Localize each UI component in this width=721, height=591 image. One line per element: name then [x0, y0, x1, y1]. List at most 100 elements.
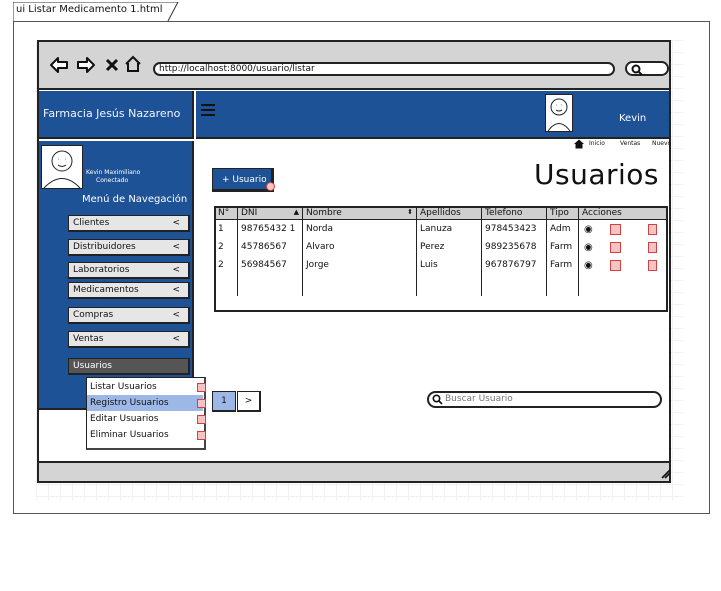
sidebar-user-status: Conectado: [96, 177, 129, 184]
chevron-left-icon: <: [172, 285, 180, 295]
cell-nombre: Alvaro: [302, 238, 417, 256]
menu-item-usuarios[interactable]: Usuarios: [68, 358, 190, 375]
cell-n: 2: [218, 260, 224, 270]
menu-item-laboratorios[interactable]: Laboratorios <: [68, 262, 190, 279]
cell-telefono: 989235678: [481, 238, 547, 256]
forward-arrow-icon[interactable]: [76, 56, 96, 74]
next-page-button[interactable]: >: [237, 391, 261, 412]
menu-item-label: Medicamentos: [73, 285, 139, 295]
cell-tipo: Adm: [546, 219, 579, 238]
menu-item-label: Clientes: [73, 218, 110, 228]
cell-acciones: ◉: [578, 256, 667, 274]
cursor-icon: [197, 399, 206, 408]
menu-item-ventas[interactable]: Ventas <: [68, 331, 190, 348]
cell-nombre: Norda: [302, 219, 417, 238]
table-row-empty: [215, 274, 667, 296]
cell-dni: 56984567: [237, 256, 303, 274]
cell-acciones: ◉: [578, 219, 667, 238]
browser-search-field[interactable]: [625, 61, 669, 76]
cell-telefono: 967876797: [481, 256, 547, 274]
menu-item-label: Compras: [73, 310, 114, 320]
col-header-dni[interactable]: DNI ▲: [237, 207, 303, 220]
col-header-nombre[interactable]: Nombre ⬍: [302, 207, 417, 220]
cell-acciones: ◉: [578, 238, 667, 256]
page-1-button[interactable]: 1: [212, 391, 236, 412]
delete-icon[interactable]: [648, 259, 658, 271]
back-arrow-icon[interactable]: [49, 56, 69, 74]
breadcrumb-inicio[interactable]: Inicio: [589, 140, 605, 147]
submenu-registro-usuarios[interactable]: Registro Usuarios: [87, 395, 203, 411]
submenu-listar-usuarios[interactable]: Listar Usuarios: [90, 379, 204, 395]
col-header-n: N°: [215, 207, 238, 220]
sidebar-heading: Menú de Navegación: [82, 194, 188, 205]
cursor-icon: [266, 182, 275, 191]
search-icon: [631, 64, 643, 76]
cell-dni: 98765432 1: [237, 219, 303, 238]
menu-item-compras[interactable]: Compras <: [68, 307, 190, 324]
header-label: DNI: [241, 208, 258, 218]
hamburger-menu-icon[interactable]: [200, 103, 216, 117]
search-placeholder: Buscar Usuario: [445, 394, 513, 404]
menu-item-clientes[interactable]: Clientes <: [68, 215, 190, 232]
header-label: Nombre: [306, 208, 342, 218]
chevron-left-icon: <: [172, 265, 180, 275]
breadcrumb-home-icon[interactable]: [573, 139, 585, 149]
col-header-tipo: Tipo: [546, 207, 579, 220]
edit-icon[interactable]: [609, 259, 621, 271]
cursor-icon: [197, 431, 206, 440]
col-header-acciones: Acciones: [578, 207, 667, 220]
menu-item-distribuidores[interactable]: Distribuidores <: [68, 239, 190, 256]
resize-handle-icon[interactable]: [661, 469, 671, 479]
app-brand[interactable]: Farmacia Jesús Nazareno: [39, 91, 194, 139]
search-users-input[interactable]: Buscar Usuario: [427, 391, 662, 408]
top-navbar: [196, 91, 669, 139]
view-icon[interactable]: ◉: [584, 242, 593, 253]
edit-icon[interactable]: [609, 241, 621, 253]
user-name[interactable]: Kevin: [619, 113, 646, 124]
stop-icon[interactable]: [105, 58, 119, 72]
url-bar[interactable]: http://localhost:8000/usuario/listar: [153, 62, 615, 76]
view-icon[interactable]: ◉: [584, 224, 593, 235]
col-header-telefono: Telefono: [481, 207, 547, 220]
sort-both-icon: ⬍: [407, 208, 413, 216]
cell-nombre: Jorge: [302, 256, 417, 274]
add-user-button[interactable]: + Usuario: [212, 168, 274, 192]
edit-icon[interactable]: [609, 223, 621, 235]
cell-dni: 45786567: [237, 238, 303, 256]
chevron-left-icon: <: [172, 242, 180, 252]
view-icon[interactable]: ◉: [584, 260, 593, 271]
cell-tipo: Farm: [546, 238, 579, 256]
breadcrumb-nuevo[interactable]: Nuevo: [652, 140, 671, 147]
sort-up-icon: ▲: [293, 208, 299, 216]
menu-item-medicamentos[interactable]: Medicamentos <: [68, 282, 190, 299]
sidebar-avatar: [41, 145, 83, 189]
chevron-left-icon: <: [172, 310, 180, 320]
user-avatar[interactable]: [545, 94, 573, 132]
sidebar-user-name: Kevin Maximiliano: [86, 169, 141, 176]
cursor-icon: [197, 383, 206, 392]
search-icon: [432, 394, 443, 405]
cell-apellidos: Luis: [416, 256, 482, 274]
table-row: 2 56984567 Jorge Luis 967876797 Farm ◉: [215, 256, 667, 274]
menu-item-label: Distribuidores: [73, 242, 136, 252]
users-table: N° DNI ▲ Nombre ⬍ Apellidos Telefono Tipo …: [215, 207, 667, 296]
submenu-eliminar-usuarios[interactable]: Eliminar Usuarios: [90, 427, 204, 443]
chevron-left-icon: <: [172, 334, 180, 344]
breadcrumb-ventas[interactable]: Ventas: [620, 140, 640, 147]
cell-n: 1: [218, 224, 224, 234]
menu-item-label: Laboratorios: [73, 265, 130, 275]
cell-apellidos: Perez: [416, 238, 482, 256]
table-row: 1 98765432 1 Norda Lanuza 978453423 Adm …: [215, 219, 667, 238]
cell-n: 2: [218, 242, 224, 252]
col-header-apellidos: Apellidos: [416, 207, 482, 220]
submenu-editar-usuarios[interactable]: Editar Usuarios: [90, 411, 204, 427]
cell-apellidos: Lanuza: [416, 219, 482, 238]
status-bar: [39, 461, 669, 481]
cell-telefono: 978453423: [481, 219, 547, 238]
cell-tipo: Farm: [546, 256, 579, 274]
menu-item-label: Ventas: [73, 334, 104, 344]
delete-icon[interactable]: [648, 223, 658, 235]
file-tab-title: ui Listar Medicamento 1.html: [16, 4, 163, 15]
home-icon[interactable]: [124, 55, 142, 73]
delete-icon[interactable]: [648, 241, 658, 253]
